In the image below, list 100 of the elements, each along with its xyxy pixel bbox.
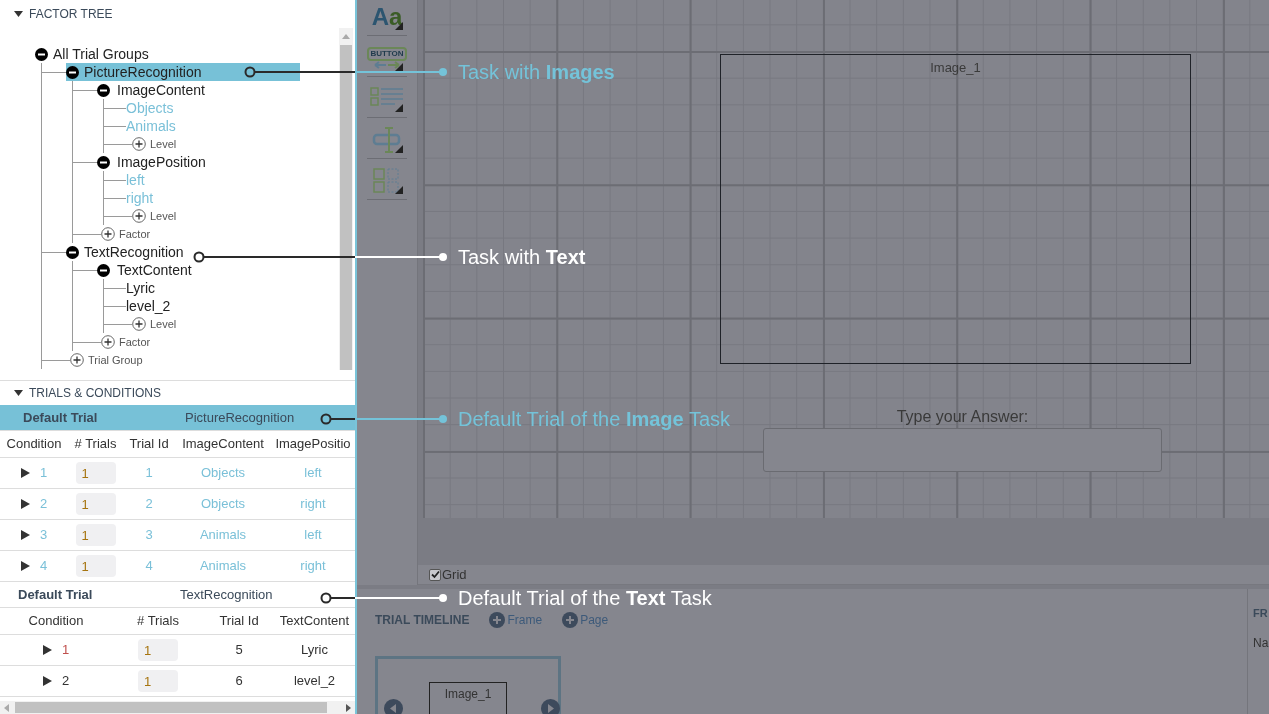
table-cell-text: left bbox=[303, 526, 323, 545]
annotation-label: Task with Text bbox=[458, 245, 586, 269]
table-cell-text: right bbox=[299, 495, 327, 514]
table-cell-text: Objects bbox=[199, 464, 247, 483]
button-tool-button[interactable]: BUTTON bbox=[367, 42, 407, 74]
image-element: Image_1 bbox=[429, 682, 507, 714]
add-icon[interactable] bbox=[132, 317, 146, 331]
trial-id: 5 bbox=[234, 641, 244, 660]
add-icon[interactable] bbox=[101, 227, 115, 241]
column-header: # Trials bbox=[136, 612, 180, 631]
table-cell-text: Objects bbox=[199, 495, 247, 514]
column-header: Condition bbox=[5, 435, 63, 454]
trials-count-field[interactable]: 1 bbox=[75, 524, 116, 546]
trial-group: PictureRecognition bbox=[185, 407, 295, 428]
arrows-icon bbox=[374, 61, 400, 69]
field-label: Na bbox=[1253, 634, 1269, 652]
expand-icon[interactable] bbox=[20, 561, 30, 571]
add-label[interactable]: Factor bbox=[119, 333, 151, 351]
collapse-icon[interactable] bbox=[35, 47, 48, 61]
scrollbar[interactable] bbox=[339, 28, 353, 370]
collapse-icon[interactable] bbox=[97, 155, 110, 169]
plus-icon bbox=[562, 612, 579, 628]
collapse-icon[interactable] bbox=[97, 83, 110, 97]
scrollbar-thumb[interactable] bbox=[340, 45, 352, 370]
trial-header[interactable]: Default Trial PictureRecognition bbox=[0, 405, 355, 431]
table-cell-text: left bbox=[303, 464, 323, 483]
frame-thumbnail[interactable]: Image_1 bbox=[375, 656, 561, 714]
next-icon[interactable] bbox=[541, 699, 560, 714]
trial-name: Default Trial bbox=[18, 585, 94, 604]
add-icon[interactable] bbox=[70, 353, 84, 367]
condition-number: 1 bbox=[39, 464, 48, 483]
trial-id: 2 bbox=[144, 495, 154, 514]
add-label[interactable]: Factor bbox=[119, 225, 151, 243]
add-label[interactable]: Level bbox=[150, 207, 177, 225]
tree-item[interactable]: All Trial Groups bbox=[53, 43, 149, 65]
image-element[interactable]: Image_1 bbox=[720, 54, 1191, 364]
table-cell-text: right bbox=[299, 557, 327, 576]
expand-icon[interactable] bbox=[42, 676, 52, 686]
column-header: Condition bbox=[27, 612, 85, 631]
condition-number: 4 bbox=[39, 557, 48, 576]
trial-group: TextRecognition bbox=[180, 584, 273, 605]
expand-icon[interactable] bbox=[42, 645, 52, 655]
trial-id: 4 bbox=[144, 557, 154, 576]
table-cell-text: level_2 bbox=[292, 672, 337, 691]
add-button[interactable]: Page bbox=[562, 611, 609, 629]
add-label[interactable]: Level bbox=[150, 315, 177, 333]
collapse-icon[interactable] bbox=[97, 263, 110, 277]
trials-count-field[interactable]: 1 bbox=[75, 462, 116, 484]
table-cell-text: Lyric bbox=[300, 641, 329, 660]
add-icon[interactable] bbox=[132, 137, 146, 151]
collapse-icon[interactable] bbox=[66, 245, 79, 259]
trials-count-field[interactable]: 1 bbox=[138, 670, 178, 692]
scroll-right-icon[interactable] bbox=[346, 703, 351, 712]
expand-icon[interactable] bbox=[20, 499, 30, 509]
add-label[interactable]: Level bbox=[150, 135, 177, 153]
trials-count-field[interactable]: 1 bbox=[75, 493, 116, 515]
trial-id: 6 bbox=[234, 672, 244, 691]
trials-count-field[interactable]: 1 bbox=[75, 555, 116, 577]
caret-icon[interactable] bbox=[14, 11, 23, 17]
prompt-text: Type your Answer: bbox=[895, 407, 1030, 427]
annotation-label: Default Trial of the Image Task bbox=[458, 407, 730, 431]
add-icon[interactable] bbox=[132, 209, 146, 223]
annotation-label: Default Trial of the Text Task bbox=[458, 586, 712, 610]
annotation-label: Task with Images bbox=[458, 60, 615, 84]
trials-count-field[interactable]: 1 bbox=[138, 639, 178, 661]
expand-icon[interactable] bbox=[20, 468, 30, 478]
tree-item[interactable]: PictureRecognition bbox=[66, 63, 300, 81]
caret-icon[interactable] bbox=[14, 390, 23, 396]
column-header: Trial Id bbox=[128, 435, 170, 454]
table-cell-text: Animals bbox=[198, 526, 248, 545]
section-title: TRIALS & CONDITIONS bbox=[29, 385, 162, 402]
condition-number: 3 bbox=[39, 526, 48, 545]
condition-number: 2 bbox=[61, 672, 70, 691]
column-header: # Trials bbox=[73, 435, 118, 454]
expand-icon[interactable] bbox=[20, 530, 30, 540]
tree-item[interactable]: TextRecognition bbox=[66, 243, 300, 261]
add-label[interactable]: Trial Group bbox=[88, 351, 143, 369]
panel-title: FR bbox=[1253, 606, 1268, 621]
condition-number: 1 bbox=[61, 641, 70, 660]
grid-checkbox[interactable] bbox=[429, 568, 441, 581]
collapse-icon[interactable] bbox=[66, 65, 79, 79]
add-icon[interactable] bbox=[101, 335, 115, 349]
column-header: ImageContent bbox=[181, 435, 265, 454]
scrollbar[interactable] bbox=[0, 701, 355, 714]
trial-id: 1 bbox=[144, 464, 154, 483]
timeline-title: TRIAL TIMELINE bbox=[375, 612, 470, 629]
scrollbar-thumb[interactable] bbox=[15, 702, 327, 713]
previous-icon[interactable] bbox=[384, 699, 403, 714]
grid-label: Grid bbox=[442, 565, 467, 584]
section-title: FACTOR TREE bbox=[29, 6, 113, 23]
column-header: TextContent bbox=[278, 612, 351, 631]
text-tool-button[interactable]: Aa bbox=[367, 1, 407, 33]
column-header: Trial Id bbox=[218, 612, 260, 631]
trial-name: Default Trial bbox=[23, 408, 99, 427]
table-cell-text: Animals bbox=[198, 557, 248, 576]
column-header: ImagePositio bbox=[274, 435, 352, 454]
condition-number: 2 bbox=[39, 495, 48, 514]
trial-id: 3 bbox=[144, 526, 154, 545]
answer-field[interactable] bbox=[763, 428, 1162, 472]
add-button[interactable]: Frame bbox=[489, 611, 543, 629]
